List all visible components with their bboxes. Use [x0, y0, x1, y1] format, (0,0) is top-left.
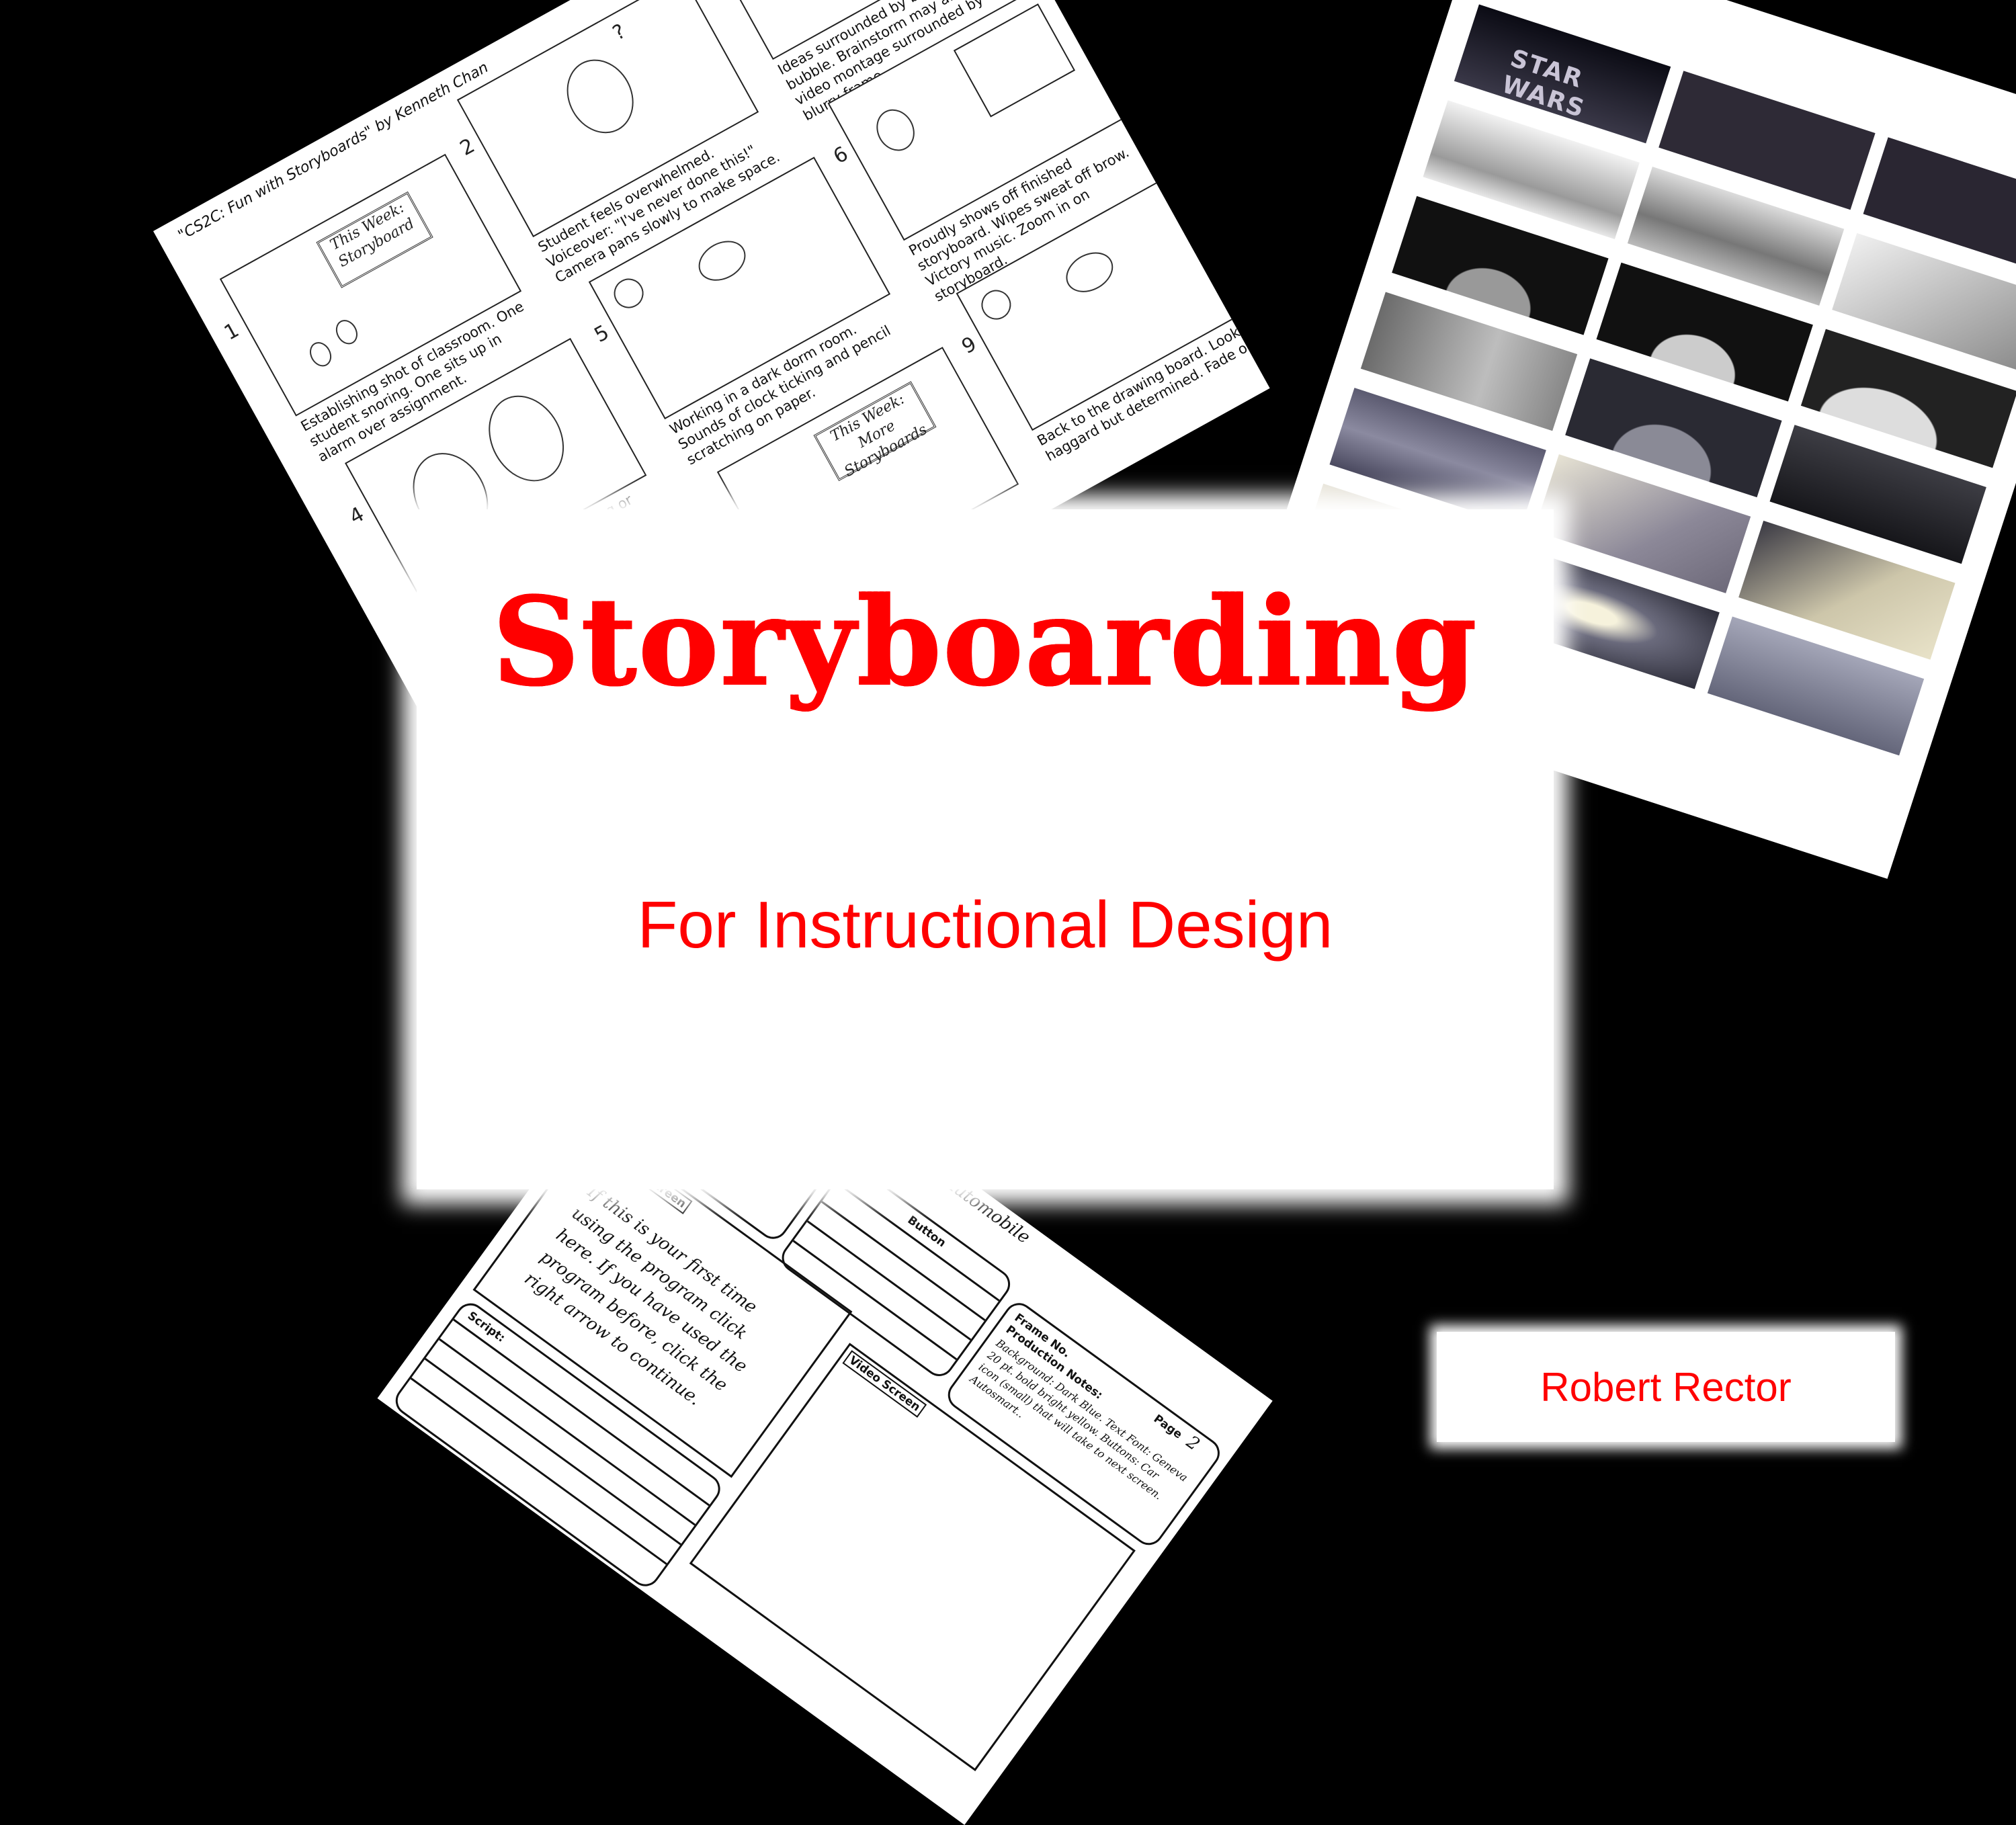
proud-face-doodle [869, 103, 921, 158]
panel-number: 6 [829, 142, 852, 169]
slide-title-text: Storyboarding [493, 571, 1478, 713]
script-rule [411, 1377, 667, 1565]
title-panel: Storyboarding For Instructional Design [417, 509, 1554, 1189]
overwhelmed-face-doodle [554, 48, 646, 145]
classroom-board: This Week: Storyboard [316, 192, 433, 288]
panel-number: 4 [345, 503, 368, 529]
panel-number: 2 [456, 134, 479, 161]
person-at-desk-doodle [691, 233, 753, 289]
table-rule [821, 1201, 985, 1321]
panel-number: 9 [958, 332, 980, 359]
slide-title: Storyboarding [417, 571, 1554, 713]
question-mark: ? [609, 19, 630, 45]
eye-doodle [474, 382, 579, 495]
clock-doodle [976, 285, 1017, 325]
panel-number: 5 [591, 321, 614, 347]
author-name: Robert Rector [1540, 1364, 1791, 1410]
panel-number: 1 [220, 319, 243, 345]
person-at-desk-doodle [1059, 245, 1120, 300]
student-doodle [306, 338, 336, 370]
section-label: Page [1151, 1412, 1185, 1442]
classroom-board: This Week: More Storyboards [813, 381, 936, 481]
page-value: 2 [1181, 1429, 1206, 1457]
clock-doodle [609, 273, 649, 314]
section-label: Button [905, 1214, 948, 1250]
student-doodle [332, 316, 362, 348]
slide-subtitle: For Instructional Design [417, 887, 1554, 963]
section-label: Script: [465, 1309, 507, 1345]
author-box: Robert Rector [1437, 1332, 1895, 1442]
